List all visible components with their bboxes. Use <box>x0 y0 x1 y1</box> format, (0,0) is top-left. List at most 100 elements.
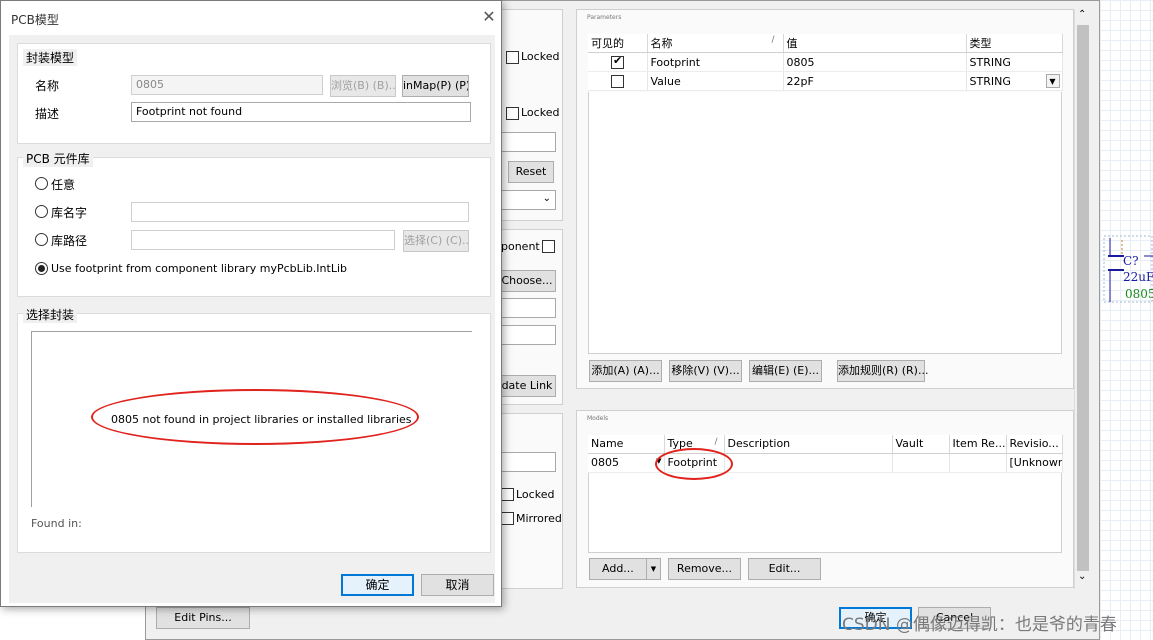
properties-left-panel-3 <box>501 413 563 589</box>
properties-text-field-1[interactable] <box>501 132 556 152</box>
properties-text-field-4[interactable] <box>501 452 556 472</box>
pcb-library-group <box>17 157 491 297</box>
pcb-model-dialog: PCB模型 ✕ 封装模型 名称 0805 浏览(B) (B)... inMap(… <box>0 0 502 607</box>
use-component-library-radio[interactable] <box>35 262 48 275</box>
locked-label-1: Locked <box>521 50 560 63</box>
locked-checkbox-2[interactable] <box>506 107 519 120</box>
parameter-value[interactable]: 0805 <box>783 52 967 72</box>
found-in-label: Found in: <box>31 517 82 530</box>
parameter-row[interactable]: Footprint 0805 STRING <box>588 52 1063 72</box>
model-name-label: 0805 <box>591 456 619 469</box>
reset-button[interactable]: Reset <box>508 161 554 183</box>
name-input[interactable]: 0805 <box>131 75 323 95</box>
locked-checkbox-1[interactable] <box>506 51 519 64</box>
schematic-designator: C? <box>1123 254 1139 268</box>
parameter-name[interactable]: Value <box>647 71 784 91</box>
pcb-library-title: PCB 元件库 <box>23 150 93 167</box>
column-visible[interactable]: 可见的 <box>588 34 648 53</box>
locked-checkbox-3[interactable] <box>501 488 514 501</box>
add-model-button[interactable]: Add... ▼ <box>589 558 661 580</box>
properties-text-field-2[interactable] <box>501 298 556 318</box>
visible-checkbox[interactable] <box>611 75 624 88</box>
sort-indicator: / <box>771 35 775 45</box>
browse-button[interactable]: 浏览(B) (B)... <box>330 75 396 97</box>
model-revision[interactable]: [Unknowr <box>1006 453 1063 473</box>
scrollbar-thumb[interactable] <box>1077 25 1089 571</box>
column-name-label: 名称 <box>650 37 673 50</box>
column-model-item[interactable]: Item Re... <box>949 435 1007 454</box>
parameter-value[interactable]: 22pF <box>783 71 967 91</box>
column-value[interactable]: 值 <box>783 34 967 53</box>
parameter-row[interactable]: Value 22pF STRING ▼ <box>588 71 1063 91</box>
close-icon[interactable]: ✕ <box>479 7 499 27</box>
column-model-revision[interactable]: Revisio... <box>1006 435 1063 454</box>
visible-checkbox[interactable] <box>611 54 624 69</box>
column-model-description[interactable]: Description <box>724 435 893 454</box>
update-link-button[interactable]: date Link <box>498 375 556 397</box>
annotation-ellipse-footprint <box>655 448 733 480</box>
column-model-vault[interactable]: Vault <box>892 435 950 454</box>
select-footprint-title: 选择封装 <box>23 306 78 323</box>
pin-map-button[interactable]: inMap(P) (P)... <box>402 75 469 97</box>
parameter-type-label: STRING <box>969 74 1011 88</box>
library-name-label: 库名字 <box>51 206 88 220</box>
parameter-type[interactable]: STRING <box>966 52 1063 72</box>
model-item[interactable] <box>949 453 1007 473</box>
remove-parameter-button[interactable]: 移除(V) (V)... <box>669 360 742 382</box>
model-vault[interactable] <box>892 453 950 473</box>
use-component-library-label: Use footprint from component library myP… <box>51 262 347 275</box>
edit-parameter-button[interactable]: 编辑(E) (E)... <box>749 360 822 382</box>
edit-pins-button[interactable]: Edit Pins... <box>156 607 250 629</box>
chevron-down-icon[interactable]: ▼ <box>646 559 660 579</box>
type-dropdown-icon[interactable]: ▼ <box>1045 74 1060 88</box>
select-path-button[interactable]: 选择(C) (C)... <box>403 230 469 252</box>
parameter-visible-cell[interactable] <box>588 71 648 91</box>
any-radio[interactable] <box>35 177 48 190</box>
parameters-header-row: 可见的 名称 / 值 类型 <box>588 34 1063 53</box>
parameter-name[interactable]: Footprint <box>647 52 784 72</box>
model-name[interactable]: 0805 ▼ <box>588 453 665 473</box>
library-path-input[interactable] <box>131 230 395 250</box>
footprint-model-title: 封装模型 <box>23 49 78 66</box>
models-panel: Models Name Type / Description Vault Item… <box>576 410 1074 588</box>
name-label: 名称 <box>35 79 60 93</box>
parameter-visible-cell[interactable] <box>588 52 648 72</box>
properties-dropdown[interactable]: ⌄ <box>501 190 556 210</box>
component-checkbox[interactable] <box>542 240 555 253</box>
properties-scrollbar[interactable]: ⌃ ⌄ <box>1074 9 1090 589</box>
add-model-label: Add... <box>602 562 634 575</box>
library-name-input[interactable] <box>131 202 469 222</box>
choose-button[interactable]: Choose... <box>498 270 556 292</box>
models-table-area <box>588 473 1062 553</box>
description-input[interactable]: Footprint not found <box>131 102 471 122</box>
schematic-value: 22uF <box>1123 270 1153 284</box>
schematic-capacitor[interactable]: C? 22uF 0805 <box>1100 232 1153 304</box>
scroll-down-icon[interactable]: ⌄ <box>1078 571 1086 582</box>
models-title: Models <box>587 415 609 422</box>
schematic-footprint: 0805 <box>1125 287 1153 301</box>
mirrored-checkbox[interactable] <box>501 512 514 525</box>
csdn-watermark: CSDN @偶像迈得凯：也是爷的青春 <box>842 615 1117 635</box>
dialog-cancel-button[interactable]: 取消 <box>421 574 494 596</box>
column-name[interactable]: 名称 / <box>647 34 784 53</box>
remove-model-button[interactable]: Remove... <box>668 558 741 580</box>
sort-indicator: / <box>714 437 718 448</box>
library-name-radio[interactable] <box>35 205 48 218</box>
add-rule-button[interactable]: 添加规则(R) (R)... <box>837 360 928 382</box>
library-path-radio[interactable] <box>35 233 48 246</box>
annotation-ellipse-not-found <box>91 389 419 445</box>
properties-text-field-3[interactable] <box>501 325 556 345</box>
edit-model-button[interactable]: Edit... <box>748 558 821 580</box>
parameters-table: 可见的 名称 / 值 类型 Footprint 0805 STRING Value… <box>588 34 1063 91</box>
mirrored-label: Mirrored <box>516 512 562 525</box>
model-description[interactable] <box>724 453 893 473</box>
add-parameter-button[interactable]: 添加(A) (A)... <box>589 360 662 382</box>
dialog-ok-button[interactable]: 确定 <box>341 574 414 596</box>
column-type[interactable]: 类型 <box>966 34 1063 53</box>
column-model-name[interactable]: Name <box>588 435 665 454</box>
parameter-type[interactable]: STRING ▼ <box>966 71 1063 91</box>
locked-label-3: Locked <box>516 488 555 501</box>
library-path-label: 库路径 <box>51 234 88 248</box>
scroll-up-icon[interactable]: ⌃ <box>1078 9 1086 20</box>
schematic-grid <box>1100 0 1153 640</box>
